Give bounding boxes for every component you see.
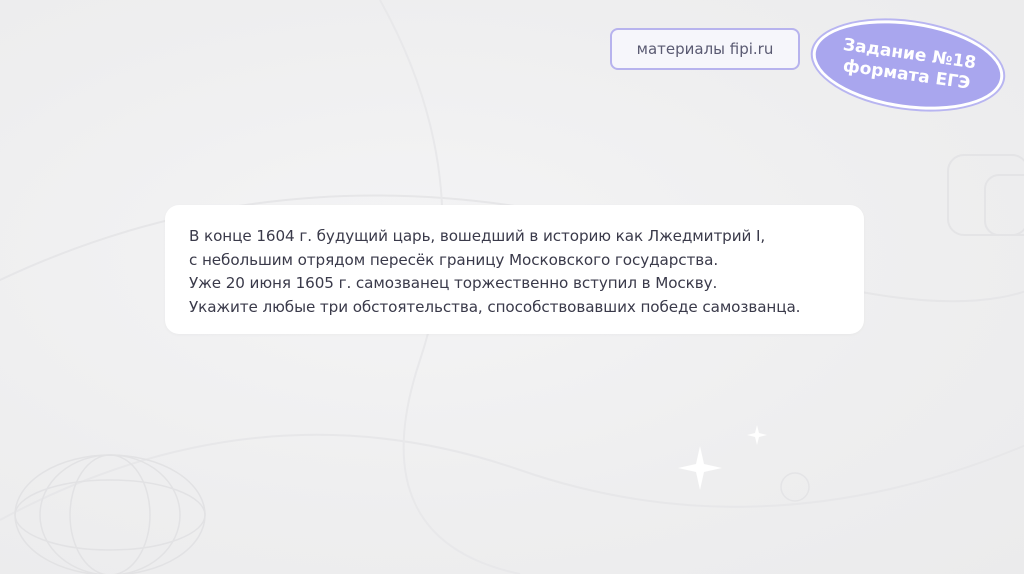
source-badge: материалы fipi.ru [610, 28, 800, 70]
task-text-card: В конце 1604 г. будущий царь, вошедший в… [165, 205, 864, 334]
rounded-square-decoration [947, 154, 1024, 236]
decor-circle [780, 472, 810, 502]
task-text-line: с небольшим отрядом пересёк границу Моск… [189, 250, 719, 269]
sparkle-icon [747, 425, 767, 445]
task-text-line: Укажите любые три обстоятельства, способ… [189, 297, 801, 316]
sparkle-icon [678, 446, 722, 490]
source-badge-label: материалы fipi.ru [636, 40, 774, 58]
wire-globe-decoration [14, 454, 206, 574]
task-text-line: Уже 20 июня 1605 г. самозванец торжестве… [189, 274, 718, 292]
task-text-line: В конце 1604 г. будущий царь, вошедший в… [189, 227, 766, 245]
slide: материалы fipi.ru Задание №18 формата ЕГ… [0, 0, 1024, 574]
decor-arc [0, 433, 1024, 521]
